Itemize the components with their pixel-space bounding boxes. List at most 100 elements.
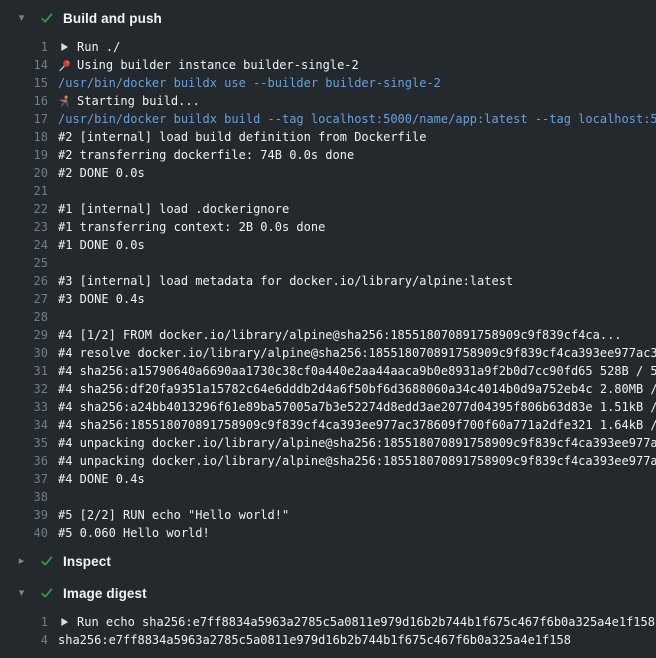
- play-icon: [58, 40, 71, 54]
- section-header-build-and-push[interactable]: ▾ Build and push: [0, 6, 656, 30]
- line-number[interactable]: 38: [0, 488, 48, 506]
- line-number[interactable]: 20: [0, 164, 48, 182]
- log-text-content: /usr/bin/docker buildx use --builder bui…: [58, 74, 441, 92]
- log-text-content: #4 unpacking docker.io/library/alpine@sh…: [58, 434, 656, 452]
- log-text-content: #2 DONE 0.0s: [58, 164, 145, 182]
- log-line: 36 #4 unpacking docker.io/library/alpine@…: [0, 452, 656, 470]
- log-text-content: sha256:e7ff8834a5963a2785c5a0811e979d16b…: [58, 631, 571, 649]
- log-text: #4 sha256:a15790640a6690aa1730c38cf0a440…: [58, 362, 656, 380]
- log-line: 27 #3 DONE 0.4s: [0, 290, 656, 308]
- line-number[interactable]: 14: [0, 56, 48, 74]
- log-section-inspect: ▸ Inspect: [0, 549, 656, 573]
- log-text: #5 0.060 Hello world!: [58, 524, 210, 542]
- log-text: #1 transferring context: 2B 0.0s done: [58, 218, 325, 236]
- log-text: #4 sha256:a24bb4013296f61e89ba57005a7b3e…: [58, 398, 656, 416]
- log-text-content: #4 sha256:185518070891758909c9f839cf4ca3…: [58, 416, 656, 434]
- log-line: 1 Run echo sha256:e7ff8834a5963a2785c5a08…: [0, 613, 656, 631]
- log-line: 25: [0, 254, 656, 272]
- log-text: #4 [1/2] FROM docker.io/library/alpine@s…: [58, 326, 622, 344]
- line-number[interactable]: 19: [0, 146, 48, 164]
- log-text: Using builder instance builder-single-2: [58, 56, 359, 74]
- line-number[interactable]: 4: [0, 631, 48, 649]
- section-header-image-digest[interactable]: ▾Image digest: [0, 581, 656, 605]
- line-number[interactable]: 22: [0, 200, 48, 218]
- log-text-content: #4 sha256:a24bb4013296f61e89ba57005a7b3e…: [58, 398, 656, 416]
- log-text: Run ./: [58, 38, 120, 56]
- line-number[interactable]: 17: [0, 110, 48, 128]
- log-text-content: #4 sha256:a15790640a6690aa1730c38cf0a440…: [58, 362, 656, 380]
- log-line: 29 #4 [1/2] FROM docker.io/library/alpine…: [0, 326, 656, 344]
- log-section-image-digest: ▾Image digest 1 Run echo sha256:e7ff8834a5…: [0, 581, 656, 649]
- line-number[interactable]: 30: [0, 344, 48, 362]
- line-number[interactable]: 37: [0, 470, 48, 488]
- log-text: Starting build...: [58, 92, 200, 110]
- log-text: #4 sha256:df20fa9351a15782c64e6dddb2d4a6…: [58, 380, 656, 398]
- line-number[interactable]: 40: [0, 524, 48, 542]
- log-line: 26#3 [internal] load metadata for docker…: [0, 272, 656, 290]
- line-number[interactable]: 21: [0, 182, 48, 200]
- section-title: Inspect: [63, 554, 111, 569]
- line-number[interactable]: 1: [0, 613, 48, 631]
- log-line: 37 #4 DONE 0.4s: [0, 470, 656, 488]
- log-text: #2 DONE 0.0s: [58, 164, 145, 182]
- log-line: 18 #2 [internal] load build definition fr…: [0, 128, 656, 146]
- log-line: 16 Starting build...: [0, 92, 656, 110]
- line-number[interactable]: 36: [0, 452, 48, 470]
- line-number[interactable]: 24: [0, 236, 48, 254]
- log-text: Run echo sha256:e7ff8834a5963a2785c5a081…: [58, 613, 655, 631]
- workflow-log-viewer: ▾Build and push1Run ./14Using builder in…: [0, 0, 656, 649]
- log-line: 28: [0, 308, 656, 326]
- log-text: #4 unpacking docker.io/library/alpine@sh…: [58, 434, 656, 452]
- log-text-content: #4 unpacking docker.io/library/alpine@sh…: [58, 452, 656, 470]
- line-number[interactable]: 16: [0, 92, 48, 110]
- log-text-content: Starting build...: [77, 92, 200, 110]
- log-line: 32 #4 sha256:df20fa9351a15782c64e6dddb2d4…: [0, 380, 656, 398]
- line-number[interactable]: 34: [0, 416, 48, 434]
- chevron-down-icon[interactable]: ▾: [16, 588, 27, 599]
- log-text: #1 [internal] load .dockerignore: [58, 200, 289, 218]
- section-header-inspect[interactable]: ▸ Inspect: [0, 549, 656, 573]
- log-lines: 1 Run echo sha256:e7ff8834a5963a2785c5a08…: [0, 613, 656, 649]
- runner-icon: [58, 94, 71, 108]
- log-text-content: Run ./: [77, 38, 120, 56]
- line-number[interactable]: 18: [0, 128, 48, 146]
- log-line: 31 #4 sha256:a15790640a6690aa1730c38cf0a4…: [0, 362, 656, 380]
- success-check-icon: [40, 586, 54, 600]
- log-text-content: #2 transferring dockerfile: 74B 0.0s don…: [58, 146, 354, 164]
- log-text: #3 DONE 0.4s: [58, 290, 145, 308]
- log-line: 17/usr/bin/docker buildx build --tag loc…: [0, 110, 656, 128]
- log-text-content: #4 sha256:df20fa9351a15782c64e6dddb2d4a6…: [58, 380, 656, 398]
- log-line: 40 #5 0.060 Hello world!: [0, 524, 656, 542]
- line-number[interactable]: 28: [0, 308, 48, 326]
- log-command-text: /usr/bin/docker buildx build --tag local…: [58, 110, 656, 128]
- log-text: #4 unpacking docker.io/library/alpine@sh…: [58, 452, 656, 470]
- chevron-right-icon[interactable]: ▸: [16, 556, 27, 567]
- log-line: 34 #4 sha256:185518070891758909c9f839cf4c…: [0, 416, 656, 434]
- log-text-content: #4 [1/2] FROM docker.io/library/alpine@s…: [58, 326, 622, 344]
- line-number[interactable]: 25: [0, 254, 48, 272]
- line-number[interactable]: 27: [0, 290, 48, 308]
- line-number[interactable]: 23: [0, 218, 48, 236]
- log-text-content: #4 DONE 0.4s: [58, 470, 145, 488]
- chevron-down-icon[interactable]: ▾: [16, 13, 27, 24]
- log-text-content: #1 DONE 0.0s: [58, 236, 145, 254]
- line-number[interactable]: 31: [0, 362, 48, 380]
- line-number[interactable]: 39: [0, 506, 48, 524]
- log-line: 24 #1 DONE 0.0s: [0, 236, 656, 254]
- line-number[interactable]: 35: [0, 434, 48, 452]
- line-number[interactable]: 15: [0, 74, 48, 92]
- line-number[interactable]: 32: [0, 380, 48, 398]
- section-title: Build and push: [63, 11, 162, 26]
- log-text: #2 [internal] load build definition from…: [58, 128, 426, 146]
- log-line: 4 sha256:e7ff8834a5963a2785c5a0811e979d16…: [0, 631, 656, 649]
- line-number[interactable]: 26: [0, 272, 48, 290]
- log-text: #4 sha256:185518070891758909c9f839cf4ca3…: [58, 416, 656, 434]
- log-text: #1 DONE 0.0s: [58, 236, 145, 254]
- log-line: 15/usr/bin/docker buildx use --builder b…: [0, 74, 656, 92]
- log-text-content: Run echo sha256:e7ff8834a5963a2785c5a081…: [77, 613, 655, 631]
- log-line: 38: [0, 488, 656, 506]
- line-number[interactable]: 1: [0, 38, 48, 56]
- log-text-content: #3 DONE 0.4s: [58, 290, 145, 308]
- line-number[interactable]: 33: [0, 398, 48, 416]
- line-number[interactable]: 29: [0, 326, 48, 344]
